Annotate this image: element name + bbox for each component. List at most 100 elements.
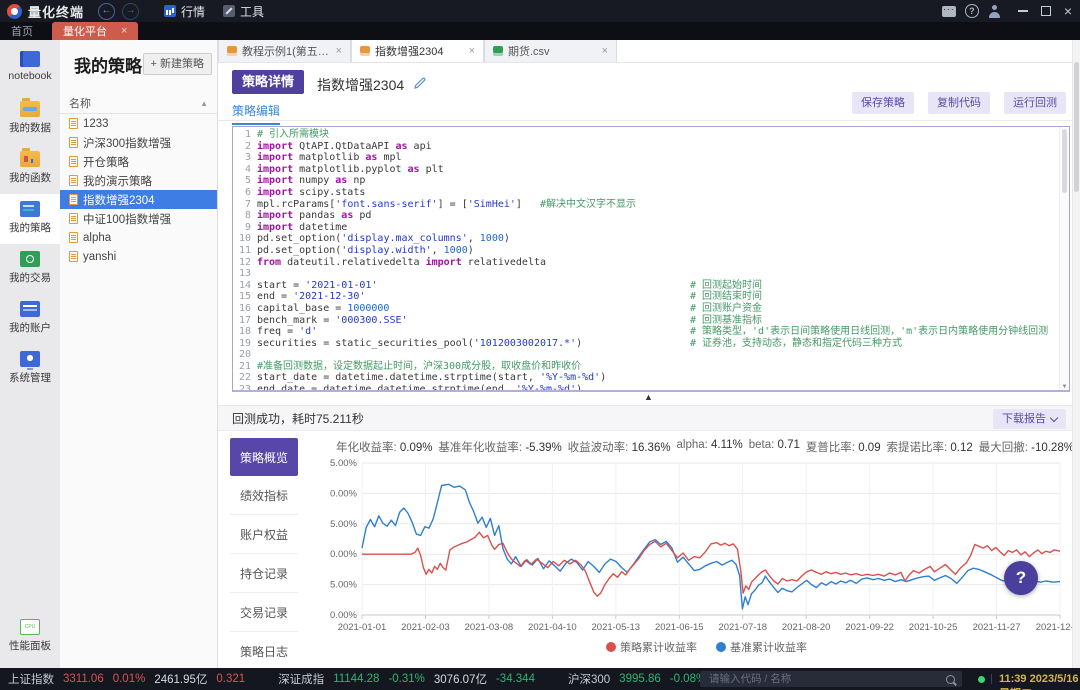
sidebar-item-label: 系统管理 [0,370,60,385]
code-editor[interactable]: 1# 引入所需模块2import QtAPI.QtDataAPI as api3… [232,126,1070,392]
editor-tab[interactable]: 指数增强2304× [351,40,484,62]
line-number: 6 [233,187,257,199]
menu-tools[interactable]: 工具 [223,3,264,20]
forward-icon[interactable]: → [122,3,139,20]
main-content: 教程示例1(第五、六章).nb×指数增强2304×期货.csv× 策略详情 指数… [218,40,1080,668]
page-tab-label: 量化平台 [63,23,107,39]
line-number: 17 [233,315,257,327]
run-backtest-button[interactable]: 运行回测 [1004,92,1066,114]
floating-help-button[interactable]: ? [1004,561,1038,595]
close-tab-icon[interactable]: × [336,45,342,57]
code-line: 4import matplotlib.pyplot as plt [233,164,1059,176]
close-button[interactable]: × [1064,4,1072,18]
strategy-doc-icon [69,194,78,205]
date-text: 2023/5/16 [1030,673,1079,685]
metric-label: 收益波动率: [568,442,632,454]
index-volume: 3076.07亿 [434,671,487,687]
list-item[interactable]: yanshi [60,247,217,266]
index-name: 上证指数 [8,671,54,687]
list-item[interactable]: alpha [60,228,217,247]
x-tick-label: 2021-04-10 [528,622,577,633]
list-item[interactable]: 开仓策略 [60,152,217,171]
quote-search-box[interactable] [700,671,962,687]
x-tick-label: 2021-07-18 [718,622,767,633]
result-tab[interactable]: 持仓记录 [230,554,298,593]
strategy-name: alpha [83,232,111,244]
collapse-editor-icon[interactable]: ▲ [644,392,653,402]
editor-tab[interactable]: 教程示例1(第五、六章).nb× [218,40,351,62]
strategy-doc-icon [69,232,78,243]
sidebar-item[interactable]: notebook [0,44,60,94]
minimize-button[interactable] [1018,10,1028,12]
line-number: 7 [233,199,257,211]
page-tab[interactable]: 首页 [0,22,44,40]
metric: 索提诺比率: 0.12 [887,439,973,454]
page-tab[interactable]: 量化平台 × [52,22,138,40]
maximize-button[interactable] [1041,6,1051,16]
list-item[interactable]: 沪深300指数增强 [60,133,217,152]
metric-value: 0.09% [400,442,433,454]
list-item[interactable]: 我的演示策略 [60,171,217,190]
code-line: 6import scipy.stats [233,187,1059,199]
index-change-pct: -0.31% [388,673,424,685]
line-number: 9 [233,222,257,234]
editor-tab[interactable]: 期货.csv× [484,40,617,62]
strategy-name: 沪深300指数增强 [83,135,171,151]
close-tab-icon[interactable]: × [602,45,608,57]
menu-quotes[interactable]: 行情 [164,3,205,20]
data-folder-icon [20,101,40,117]
series-line [362,532,1060,596]
list-column-header[interactable]: ▲ 名称 [60,95,217,114]
tab-divider [218,120,1080,121]
page-scrollbar[interactable] [1072,40,1080,668]
sidebar-item[interactable]: 我的策略 [0,194,60,244]
editor-scrollbar-thumb[interactable] [1062,129,1067,193]
tab-strategy-edit[interactable]: 策略编辑 [232,102,280,125]
line-number: 15 [233,291,257,303]
strategy-panel: 我的策略 + 新建策略 ▲ 名称 1233沪深300指数增强开仓策略我的演示策略… [60,40,218,668]
quote-search-input[interactable] [707,672,946,686]
message-icon[interactable] [942,6,956,17]
result-tab[interactable]: 绩效指标 [230,476,298,515]
search-icon[interactable] [946,675,955,684]
scroll-down-icon[interactable]: ▼ [1060,384,1069,390]
sidebar-item[interactable]: 系统管理 [0,344,60,394]
sidebar-item[interactable]: 我的账户 [0,294,60,344]
user-icon[interactable] [988,5,1001,18]
sidebar-item[interactable]: 我的函数 [0,144,60,194]
editor-scrollbar[interactable]: ▼ [1059,127,1069,390]
line-number: 16 [233,303,257,315]
close-tab-icon[interactable]: × [121,25,127,37]
close-tab-icon[interactable]: × [469,45,475,57]
download-report-button[interactable]: 下载报告 [993,409,1066,429]
page-scrollbar-thumb[interactable] [1074,62,1079,192]
metric-label: 基准年化收益率: [438,442,525,454]
code-line: 17bench_mark = '000300.SSE'# 回测基准指标 [233,315,1059,327]
strategy-doc-icon [69,137,78,148]
save-strategy-button[interactable]: 保存策略 [852,92,914,114]
code-line: 5import numpy as np [233,175,1059,187]
result-tab[interactable]: 策略概览 [230,438,298,476]
code-line: 12from dateutil.relativedelta import rel… [233,257,1059,269]
code-line: 3import matplotlib as mpl [233,152,1059,164]
edit-name-icon[interactable] [414,76,426,94]
list-item[interactable]: 中证100指数增强 [60,209,217,228]
copy-code-button[interactable]: 复制代码 [928,92,990,114]
result-tab[interactable]: 账户权益 [230,515,298,554]
code-line: 15end = '2021-12-30'# 回测结束时间 [233,291,1059,303]
result-tab[interactable]: 交易记录 [230,593,298,632]
list-item[interactable]: 指数增强2304 [60,190,217,209]
result-tab[interactable]: 策略日志 [230,632,298,671]
sidebar-item[interactable]: 我的数据 [0,94,60,144]
title-bar: 量化终端 ← → 行情 工具 ? × [0,0,1080,22]
sidebar-item[interactable]: 我的交易 [0,244,60,294]
app-logo-icon [7,4,22,19]
help-icon[interactable]: ? [965,4,979,18]
list-item[interactable]: 1233 [60,114,217,133]
sidebar-item[interactable]: 性能面板 [0,612,60,662]
sort-asc-icon[interactable]: ▲ [200,95,208,113]
line-number: 5 [233,175,257,187]
new-strategy-button[interactable]: + 新建策略 [143,53,212,75]
back-icon[interactable]: ← [98,3,115,20]
code-area[interactable]: 1# 引入所需模块2import QtAPI.QtDataAPI as api3… [233,129,1059,392]
